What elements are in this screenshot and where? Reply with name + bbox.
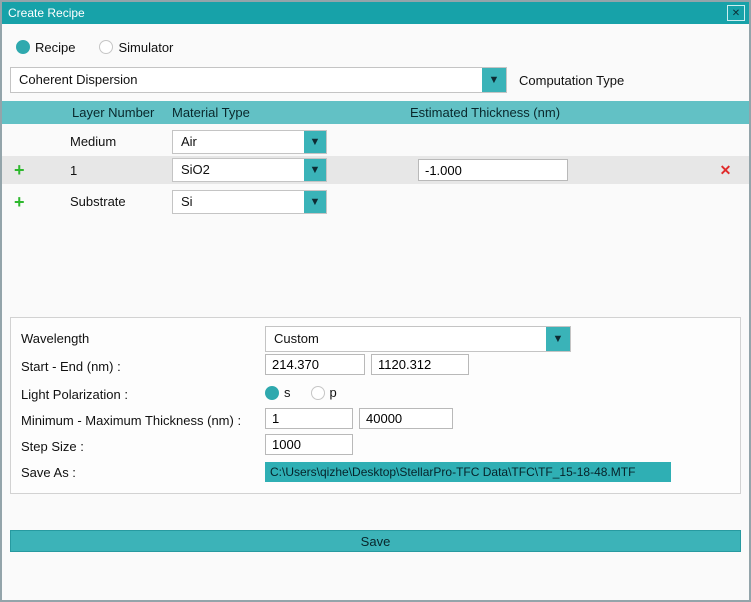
dropdown-arrow-icon[interactable]: ▼ [304,190,326,213]
material-cell: SiO2 ▼ [162,156,402,184]
layer-number-cell: 1 [70,162,78,178]
header-layer-number: Layer Number [72,105,155,120]
save-button[interactable]: Save [10,530,741,552]
material-value: Si [181,193,193,209]
max-thickness-input[interactable] [359,408,453,429]
recipe-radio[interactable] [16,40,30,54]
add-layer-button[interactable]: + [14,161,25,179]
polarization-options: s p [265,385,337,400]
table-row-substrate: + Substrate Si ▼ [2,188,749,215]
material-cell: Air ▼ [162,128,402,155]
thickness-cell [402,128,702,155]
dropdown-glyph: ▼ [309,164,321,176]
polarization-label: Light Polarization : [21,387,128,402]
material-cell: Si ▼ [162,188,402,215]
create-recipe-dialog: Create Recipe ✕ Recipe Simulator Coheren… [0,0,751,602]
min-thickness-input[interactable] [265,408,353,429]
dropdown-glyph: ▼ [309,195,321,208]
layers-table-header: Layer Number Material Type Estimated Thi… [2,101,749,124]
computation-type-row: Coherent Dispersion ▼ Computation Type [10,67,741,93]
add-layer-button[interactable]: + [14,193,25,211]
step-size-label: Step Size : [21,439,84,454]
header-add-column [2,101,62,124]
close-icon: ✕ [731,7,741,19]
polarization-row: Light Polarization : s p [21,382,730,408]
header-estimated-thickness: Estimated Thickness (nm) [410,105,561,120]
dropdown-arrow-icon[interactable]: ▼ [304,130,326,153]
parameters-group: Wavelength Custom ▼ Start - End (nm) : L… [10,317,741,494]
range-row: Start - End (nm) : [21,354,730,380]
computation-type-select[interactable]: Coherent Dispersion ▼ [10,67,507,93]
header-delete-column [702,101,749,124]
add-cell [2,128,62,155]
polarization-p-label: p [329,385,337,400]
material-select-substrate[interactable]: Si ▼ [172,189,327,214]
step-size-row: Step Size : [21,434,730,460]
titlebar: Create Recipe ✕ [2,2,749,24]
delete-cell [702,188,749,215]
wavelength-row: Wavelength Custom ▼ [21,326,730,352]
dropdown-glyph: ▼ [552,333,564,345]
layer-number-cell: Medium [70,134,117,149]
mode-selector: Recipe Simulator [16,38,173,56]
header-material-type: Material Type [172,105,250,120]
delete-cell [702,128,749,155]
range-start-input[interactable] [265,354,365,375]
thickness-range-label: Minimum - Maximum Thickness (nm) : [21,413,242,428]
computation-type-value: Coherent Dispersion [19,72,138,87]
material-value: Air [181,133,197,149]
dropdown-arrow-icon[interactable]: ▼ [304,159,326,181]
table-row-layer-1: + 1 SiO2 ▼ ✕ [2,156,749,184]
wavelength-value: Custom [274,331,319,346]
dropdown-glyph: ▼ [309,135,321,148]
close-button[interactable]: ✕ [727,5,745,21]
simulator-radio[interactable] [99,40,114,54]
polarization-p-radio[interactable] [310,385,325,400]
add-cell: + [2,188,62,215]
estimated-thickness-input[interactable] [418,159,568,181]
save-as-row: Save As : C:\Users\qizhe\Desktop\Stellar… [21,460,730,486]
material-select-layer-1[interactable]: SiO2 ▼ [172,158,327,182]
thickness-cell [402,156,702,184]
material-value: SiO2 [181,162,210,177]
material-select-medium[interactable]: Air ▼ [172,129,327,154]
wavelength-label: Wavelength [21,331,90,346]
recipe-radio-label: Recipe [35,39,76,55]
delete-layer-button[interactable]: ✕ [720,163,732,177]
simulator-radio-label: Simulator [118,39,174,55]
polarization-s-label: s [284,385,291,400]
range-label: Start - End (nm) : [21,359,121,374]
add-cell: + [2,156,62,184]
window-title: Create Recipe [8,6,85,20]
wavelength-select[interactable]: Custom ▼ [265,326,571,352]
save-as-path-field[interactable]: C:\Users\qizhe\Desktop\StellarPro-TFC Da… [265,462,671,482]
polarization-s-radio[interactable] [265,385,279,400]
layer-number-cell: Substrate [70,194,126,209]
delete-cell: ✕ [702,156,749,184]
dropdown-arrow-icon[interactable]: ▼ [546,327,570,351]
step-size-input[interactable] [265,434,353,455]
save-as-label: Save As : [21,465,76,480]
thickness-range-row: Minimum - Maximum Thickness (nm) : [21,408,730,434]
range-end-input[interactable] [371,354,469,375]
table-row-medium: Medium Air ▼ [2,128,749,155]
dropdown-arrow-icon[interactable]: ▼ [482,68,506,92]
thickness-cell [402,188,702,215]
dropdown-glyph: ▼ [488,74,500,86]
computation-type-label: Computation Type [519,72,625,88]
